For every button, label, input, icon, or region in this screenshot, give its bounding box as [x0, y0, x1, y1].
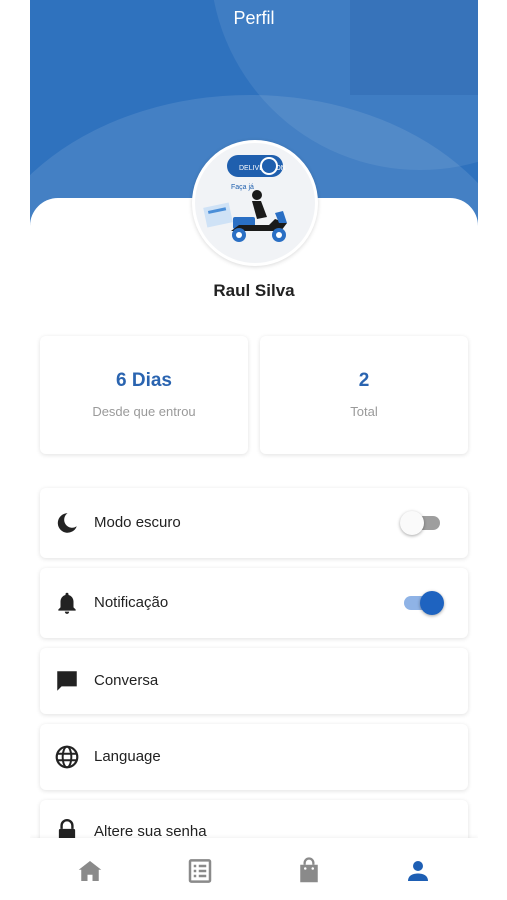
user-name: Raul Silva	[213, 281, 295, 300]
stat-card-days: 6 Dias Desde que entrou	[40, 336, 248, 454]
bottom-navigation	[30, 838, 478, 900]
globe-icon	[55, 745, 79, 769]
stat-label: Desde que entrou	[92, 404, 196, 419]
settings-item-dark-mode[interactable]: Modo escuro	[40, 488, 468, 558]
avatar[interactable]: DELIVERY ON Faça já	[192, 140, 318, 266]
dark-mode-toggle[interactable]	[400, 511, 444, 535]
stat-value: 6 Dias	[116, 370, 172, 391]
notification-toggle[interactable]	[400, 591, 444, 615]
page-title: Perfil	[233, 8, 275, 28]
settings-item-label: Conversa	[94, 672, 159, 689]
settings-item-label: Notificação	[94, 594, 169, 611]
stat-value: 2	[358, 370, 370, 391]
settings-item-notification[interactable]: Notificação	[40, 568, 468, 638]
bell-icon	[58, 592, 76, 614]
list-icon[interactable]	[185, 856, 215, 886]
settings-item-label: Language	[94, 748, 161, 765]
home-icon[interactable]	[75, 856, 105, 886]
settings-item-label: Modo escuro	[94, 514, 181, 531]
chat-icon	[57, 671, 77, 691]
settings-item-chat[interactable]: Conversa	[40, 648, 468, 714]
avatar-tagline: Faça já	[231, 184, 254, 191]
stat-label: Total	[350, 404, 378, 419]
moon-icon	[57, 513, 77, 533]
stat-card-total: 2 Total	[260, 336, 468, 454]
shopping-bag-icon[interactable]	[294, 856, 324, 886]
profile-screen: Perfil DELIVERY ON Faça já Raul Silva 6 …	[30, 0, 478, 900]
person-icon[interactable]	[403, 856, 433, 886]
delivery-logo-icon: DELIVERY ON Faça já	[203, 155, 287, 242]
settings-item-language[interactable]: Language	[40, 724, 468, 790]
